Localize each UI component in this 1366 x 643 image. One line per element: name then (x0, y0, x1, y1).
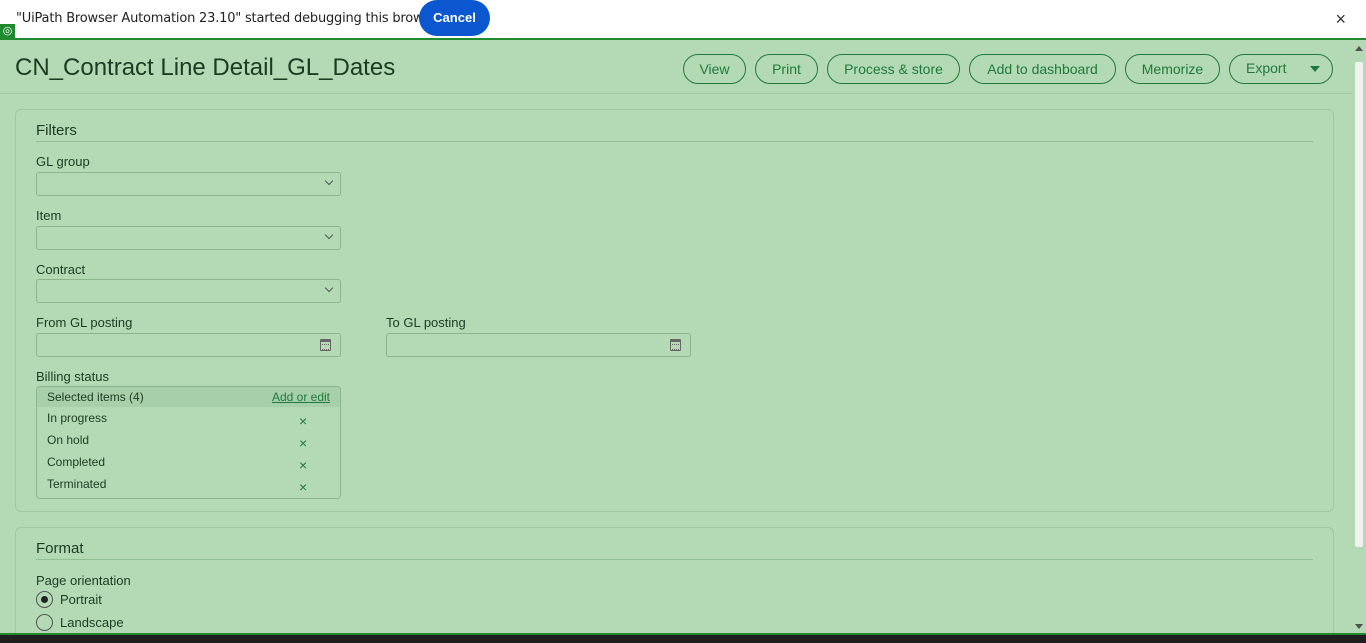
chevron-down-icon[interactable] (1310, 66, 1320, 72)
debug-infobar: "UiPath Browser Automation 23.10" starte… (0, 0, 1366, 40)
from-gl-posting-input[interactable] (36, 333, 341, 357)
taskbar (0, 633, 1366, 643)
debug-message: "UiPath Browser Automation 23.10" starte… (16, 11, 443, 26)
landscape-label: Landscape (60, 615, 124, 630)
landscape-radio[interactable] (36, 614, 53, 631)
export-label: Export (1246, 60, 1287, 76)
vertical-scrollbar[interactable] (1352, 42, 1366, 633)
portrait-radio[interactable] (36, 591, 53, 608)
page-orientation-label: Page orientation (36, 573, 131, 588)
list-item: Completed (47, 455, 106, 469)
export-button[interactable]: Export (1229, 54, 1333, 84)
list-item: Terminated (47, 477, 107, 491)
item-select[interactable] (36, 226, 341, 250)
list-item: In progress (47, 411, 108, 425)
divider (36, 559, 1313, 560)
view-button[interactable]: View (683, 54, 746, 84)
divider (36, 141, 1313, 142)
filters-section: Filters GL group Item Contract From GL p… (15, 109, 1334, 512)
billing-status-list: Selected items (4) Add or edit In progre… (36, 386, 341, 499)
uipath-extension-icon: ◎ (0, 24, 15, 39)
contract-label: Contract (36, 262, 86, 277)
cancel-debug-button[interactable]: Cancel (419, 0, 490, 36)
add-to-dashboard-button[interactable]: Add to dashboard (969, 54, 1116, 84)
chevron-down-icon (324, 230, 334, 240)
list-item: On hold (47, 433, 90, 447)
process-store-button[interactable]: Process & store (827, 54, 960, 84)
filters-title: Filters (36, 122, 77, 139)
gl-group-select[interactable] (36, 172, 341, 196)
format-title: Format (36, 540, 84, 557)
scrollbar-thumb[interactable] (1355, 62, 1363, 547)
contract-select[interactable] (36, 279, 341, 303)
memorize-button[interactable]: Memorize (1125, 54, 1220, 84)
page-title: CN_Contract Line Detail_GL_Dates (15, 54, 396, 81)
billing-status-label: Billing status (36, 369, 109, 384)
print-button[interactable]: Print (755, 54, 818, 84)
remove-icon[interactable]: × (299, 479, 307, 495)
to-gl-posting-label: To GL posting (386, 315, 466, 330)
add-or-edit-link[interactable]: Add or edit (272, 390, 330, 404)
remove-icon[interactable]: × (299, 435, 307, 451)
calendar-icon[interactable] (670, 339, 681, 351)
item-label: Item (36, 208, 62, 223)
format-section: Format Page orientation Portrait Landsca… (15, 527, 1334, 643)
selected-items-count: Selected items (4) (47, 390, 144, 404)
scroll-down-icon[interactable] (1355, 624, 1363, 629)
portrait-label: Portrait (60, 592, 102, 607)
from-gl-posting-label: From GL posting (36, 315, 133, 330)
page-header: CN_Contract Line Detail_GL_Dates View Pr… (0, 42, 1352, 94)
chevron-down-icon (324, 176, 334, 186)
billing-status-header: Selected items (4) Add or edit (37, 387, 340, 407)
close-icon[interactable]: × (1335, 9, 1346, 30)
remove-icon[interactable]: × (299, 457, 307, 473)
remove-icon[interactable]: × (299, 413, 307, 429)
calendar-icon[interactable] (320, 339, 331, 351)
gl-group-label: GL group (36, 154, 90, 169)
chevron-down-icon (324, 283, 334, 293)
to-gl-posting-input[interactable] (386, 333, 691, 357)
scroll-up-icon[interactable] (1355, 46, 1363, 51)
